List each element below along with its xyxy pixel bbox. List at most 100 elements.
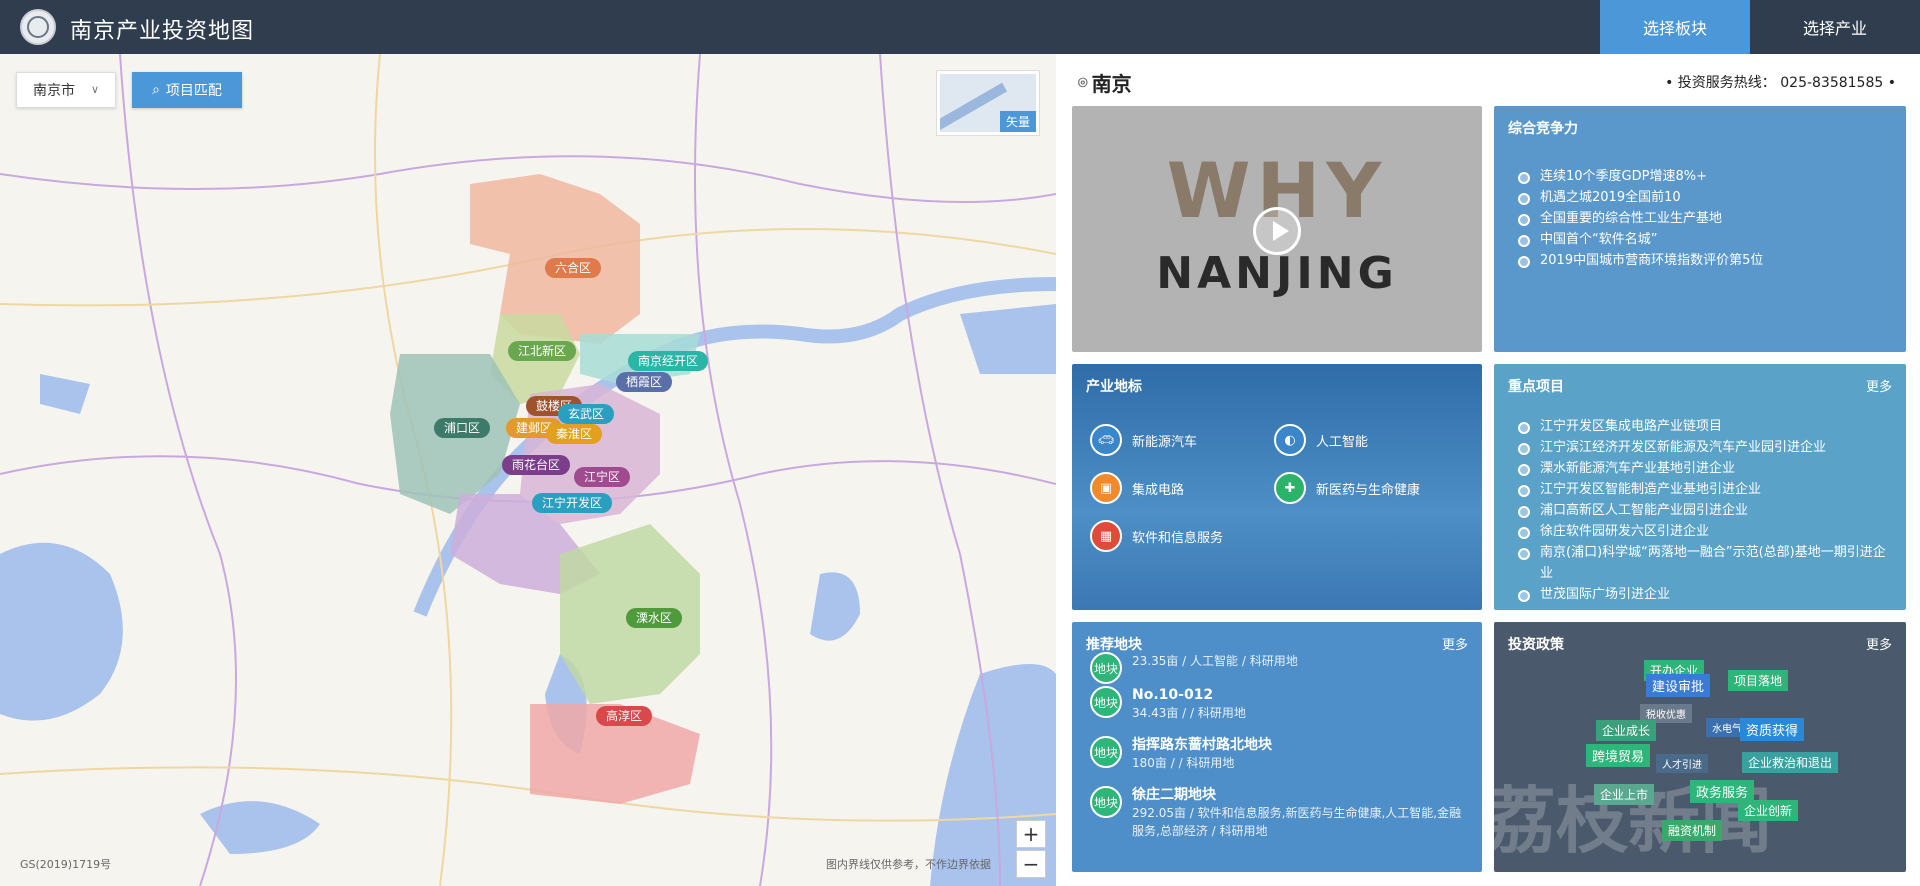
plot-item[interactable]: 地块 指挥路东蔷村路北地块 180亩 / / 科研用地 (1090, 736, 1462, 772)
district-label-qinhuai[interactable]: 秦淮区 (546, 424, 603, 444)
project-item[interactable]: 江宁开发区智能制造产业基地引进企业 (1518, 479, 1888, 500)
policy-tag[interactable]: 跨境贸易 (1586, 744, 1651, 767)
policy-tag[interactable]: 企业救治和退出 (1742, 752, 1839, 773)
plot-item[interactable]: 地块 徐庄二期地块 292.05亩 / 软件和信息服务,新医药与生命健康,人工智… (1090, 786, 1462, 840)
project-match-button[interactable]: ⌕ 项目匹配 (132, 72, 242, 108)
projects-more-link[interactable]: 更多 (1866, 376, 1892, 395)
city-name: 南京 (1091, 72, 1132, 96)
policy-tag[interactable]: 企业上市 (1594, 784, 1655, 805)
search-list-icon: ⌕ (152, 82, 160, 98)
hotline: • 投资服务热线： 025-83581585 • (1665, 75, 1896, 91)
industry-label: 集成电路 (1132, 482, 1185, 498)
list-item: 机遇之城2019全国前10 (1518, 187, 1763, 208)
app-title: 南京产业投资地图 (70, 19, 255, 44)
industry-label: 新能源汽车 (1132, 434, 1198, 450)
map-disclaimer: 图内界线仅供参考，不作边界依据 (826, 858, 991, 871)
policy-tag[interactable]: 融资机制 (1662, 820, 1723, 841)
tab-select-industry[interactable]: 选择产业 (1760, 0, 1910, 54)
district-label-lishui[interactable]: 溧水区 (626, 608, 683, 628)
tab-select-sector[interactable]: 选择板块 (1600, 0, 1750, 54)
apps-icon: ▦ (1090, 520, 1122, 552)
district-label-jiangning-dev[interactable]: 江宁开发区 (532, 493, 613, 513)
hotline-label: 投资服务热线： (1677, 75, 1776, 91)
city-emblem-icon (20, 9, 56, 45)
list-item: 连续10个季度GDP增速8%+ (1518, 166, 1763, 187)
project-item[interactable]: 浦口高新区人工智能产业园引进企业 (1518, 500, 1888, 521)
car-icon: 🚗︎ (1090, 424, 1122, 456)
plot-name: 徐庄二期地块 (1132, 787, 1216, 803)
project-item[interactable]: 南京(浦口)科学城“两落地一融合”示范(总部)基地一期引进企业 (1518, 542, 1888, 584)
policy-tag[interactable]: 建设审批 (1646, 674, 1711, 697)
layer-vector-label: 矢量 (999, 111, 1036, 132)
video-title-line2: NANJING (1156, 248, 1398, 299)
plot-desc: 292.05亩 / 软件和信息服务,新医药与生命健康,人工智能,金融服务,总部经… (1132, 806, 1462, 838)
list-item: 2019中国城市营商环境指数评价第5位 (1518, 250, 1763, 271)
layer-switch[interactable]: 矢量 (936, 70, 1040, 136)
industry-card: 产业地标 🚗︎ 新能源汽车 ◐ 人工智能 ▣ 集成电路 ✚ 新医药与生命健康 ▦… (1072, 364, 1482, 610)
location-pin-icon: ⌾ (1078, 72, 1088, 92)
district-label-yuhuatai[interactable]: 雨花台区 (502, 455, 571, 475)
competitiveness-card: 综合竞争力 连续10个季度GDP增速8%+ 机遇之城2019全国前10 全国重要… (1494, 106, 1906, 352)
district-label-gaochun[interactable]: 高淳区 (596, 706, 653, 726)
industry-item-software[interactable]: ▦ 软件和信息服务 (1090, 520, 1223, 552)
district-label-xuanwu[interactable]: 玄武区 (558, 404, 615, 424)
projects-title: 重点项目 (1508, 379, 1564, 395)
project-item[interactable]: 世茂国际广场引进企业 (1518, 584, 1888, 605)
policy-tag[interactable]: 人才引进 (1656, 754, 1708, 773)
plot-desc: 23.35亩 / 人工智能 / 科研用地 (1132, 654, 1298, 668)
project-item[interactable]: 江宁滨江经济开发区新能源及汽车产业园引进企业 (1518, 437, 1888, 458)
medkit-icon: ✚ (1274, 472, 1306, 504)
plot-name: 指挥路东蔷村路北地块 (1132, 737, 1272, 753)
zoom-in-button[interactable]: + (1016, 820, 1046, 848)
plots-card: 推荐地块 更多 地块 23.35亩 / 人工智能 / 科研用地 地块 No.10… (1072, 622, 1482, 872)
chevron-down-icon: ∨ (90, 83, 99, 96)
promo-video[interactable]: WHY NANJING (1072, 106, 1482, 352)
industry-title: 产业地标 (1086, 379, 1142, 395)
plot-badge: 地块 (1090, 652, 1122, 684)
city-heading: ⌾ 南京 (1078, 68, 1132, 97)
district-label-qixia[interactable]: 栖霞区 (616, 372, 673, 392)
industry-label: 软件和信息服务 (1132, 530, 1224, 546)
plot-item[interactable]: 地块 No.10-012 34.43亩 / / 科研用地 (1090, 686, 1462, 722)
project-item[interactable]: 徐庄软件园研发六区引进企业 (1518, 521, 1888, 542)
play-icon[interactable] (1253, 207, 1301, 255)
policy-title: 投资政策 (1508, 637, 1564, 653)
minimap-thumbnail: 矢量 (940, 74, 1036, 132)
plot-item[interactable]: 地块 23.35亩 / 人工智能 / 科研用地 (1090, 652, 1462, 684)
policy-tag[interactable]: 项目落地 (1728, 670, 1789, 691)
top-bar: 南京产业投资地图 选择板块 选择产业 (0, 0, 1920, 54)
project-match-label: 项目匹配 (165, 83, 222, 99)
project-item[interactable]: 江宁开发区集成电路产业链项目 (1518, 416, 1888, 437)
policy-card: 投资政策 更多 荔枝新闻 开办企业 建设审批 项目落地 税收优惠 企业成长 水电… (1494, 622, 1906, 872)
district-label-pukou[interactable]: 浦口区 (434, 418, 491, 438)
map-license: GS(2019)1719号 (20, 858, 112, 871)
competitiveness-title: 综合竞争力 (1508, 121, 1578, 137)
industry-item-medicine[interactable]: ✚ 新医药与生命健康 (1274, 472, 1420, 504)
industry-item-nev[interactable]: 🚗︎ 新能源汽车 (1090, 424, 1197, 456)
district-label-jingkai[interactable]: 南京经开区 (628, 351, 709, 371)
policy-more-link[interactable]: 更多 (1866, 634, 1892, 653)
industry-label: 新医药与生命健康 (1316, 482, 1421, 498)
hotline-number: 025-83581585 (1780, 75, 1884, 91)
city-select[interactable]: 南京市 ∨ (16, 72, 116, 108)
project-item[interactable]: 溧水新能源汽车产业基地引进企业 (1518, 458, 1888, 479)
map-canvas[interactable]: 南京市 ∨ ⌕ 项目匹配 矢量 六合区 江北新区 南京经开区 栖霞区 鼓楼区 玄… (0, 54, 1056, 886)
district-label-liuhe[interactable]: 六合区 (545, 258, 602, 278)
industry-item-ai[interactable]: ◐ 人工智能 (1274, 424, 1368, 456)
district-label-jiangbei[interactable]: 江北新区 (508, 341, 577, 361)
industry-label: 人工智能 (1316, 434, 1369, 450)
policy-tag[interactable]: 企业创新 (1738, 800, 1799, 821)
info-panel: ⌾ 南京 • 投资服务热线： 025-83581585 • WHY NANJIN… (1056, 54, 1920, 886)
district-label-jiangning[interactable]: 江宁区 (574, 467, 631, 487)
industry-item-ic[interactable]: ▣ 集成电路 (1090, 472, 1184, 504)
zoom-out-button[interactable]: − (1016, 850, 1046, 878)
plot-badge: 地块 (1090, 786, 1122, 818)
policy-tag[interactable]: 企业成长 (1596, 720, 1657, 741)
plot-name: No.10-012 (1132, 687, 1214, 703)
policy-tag[interactable]: 资质获得 (1740, 718, 1805, 741)
plots-more-link[interactable]: 更多 (1442, 634, 1468, 653)
projects-card: 重点项目 更多 江宁开发区集成电路产业链项目 江宁滨江经济开发区新能源及汽车产业… (1494, 364, 1906, 610)
list-item: 中国首个“软件名城” (1518, 229, 1763, 250)
chip-icon: ▣ (1090, 472, 1122, 504)
plots-title: 推荐地块 (1086, 637, 1142, 653)
